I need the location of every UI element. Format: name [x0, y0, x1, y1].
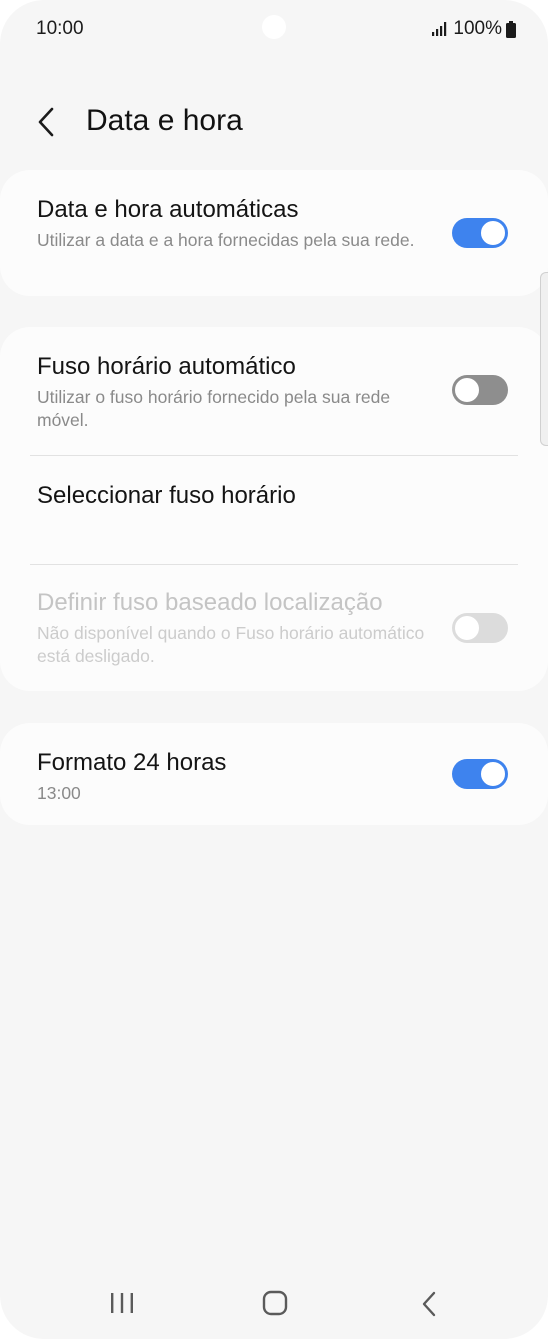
format-24h-title: Formato 24 horas	[37, 749, 227, 776]
auto-timezone-title: Fuso horário automático	[37, 353, 296, 380]
status-bar: 10:00 100%	[0, 0, 548, 60]
select-timezone-title: Seleccionar fuso horário	[37, 482, 296, 509]
auto-timezone-row[interactable]: Fuso horário automático Utilizar o fuso …	[0, 327, 548, 455]
location-timezone-subtitle: Não disponível quando o Fuso horário aut…	[37, 623, 425, 666]
back-icon[interactable]	[418, 1290, 440, 1318]
side-scroll-handle[interactable]	[540, 272, 548, 446]
location-timezone-row: Definir fuso baseado localização Não dis…	[0, 565, 548, 691]
status-time: 10:00	[36, 18, 84, 39]
format-24h-subtitle: 13:00	[37, 783, 81, 803]
battery-percent: 100%	[453, 18, 502, 39]
auto-datetime-toggle[interactable]	[452, 218, 508, 248]
auto-timezone-subtitle: Utilizar o fuso horário fornecido pela s…	[37, 387, 391, 430]
app-header: Data e hora	[0, 92, 548, 152]
back-arrow-icon[interactable]	[32, 106, 60, 138]
toggle-knob	[479, 219, 507, 247]
recent-apps-icon[interactable]	[108, 1290, 136, 1316]
auto-datetime-title: Data e hora automáticas	[37, 196, 299, 223]
navigation-bar	[0, 1280, 548, 1328]
toggle-knob	[453, 614, 481, 642]
format-24h-toggle[interactable]	[452, 759, 508, 789]
battery-icon	[506, 20, 516, 38]
auto-datetime-card: Data e hora automáticas Utilizar a data …	[0, 170, 548, 296]
toggle-knob	[479, 760, 507, 788]
camera-cutout	[262, 15, 286, 39]
home-icon[interactable]	[262, 1290, 288, 1316]
select-timezone-row[interactable]: Seleccionar fuso horário	[0, 456, 548, 564]
status-icons: 100%	[431, 18, 516, 40]
format-24h-row[interactable]: Formato 24 horas 13:00	[0, 723, 548, 825]
signal-icon	[432, 22, 447, 36]
auto-datetime-subtitle: Utilizar a data e a hora fornecidas pela…	[37, 230, 415, 250]
format-24h-card: Formato 24 horas 13:00	[0, 723, 548, 825]
timezone-card: Fuso horário automático Utilizar o fuso …	[0, 327, 548, 691]
auto-timezone-toggle[interactable]	[452, 375, 508, 405]
location-timezone-toggle	[452, 613, 508, 643]
location-timezone-title: Definir fuso baseado localização	[37, 589, 383, 616]
page-title: Data e hora	[86, 104, 243, 137]
phone-screen: 10:00 100% Data e hora Data e hora autom…	[0, 0, 548, 1339]
auto-datetime-row[interactable]: Data e hora automáticas Utilizar a data …	[0, 170, 548, 296]
toggle-knob	[453, 376, 481, 404]
